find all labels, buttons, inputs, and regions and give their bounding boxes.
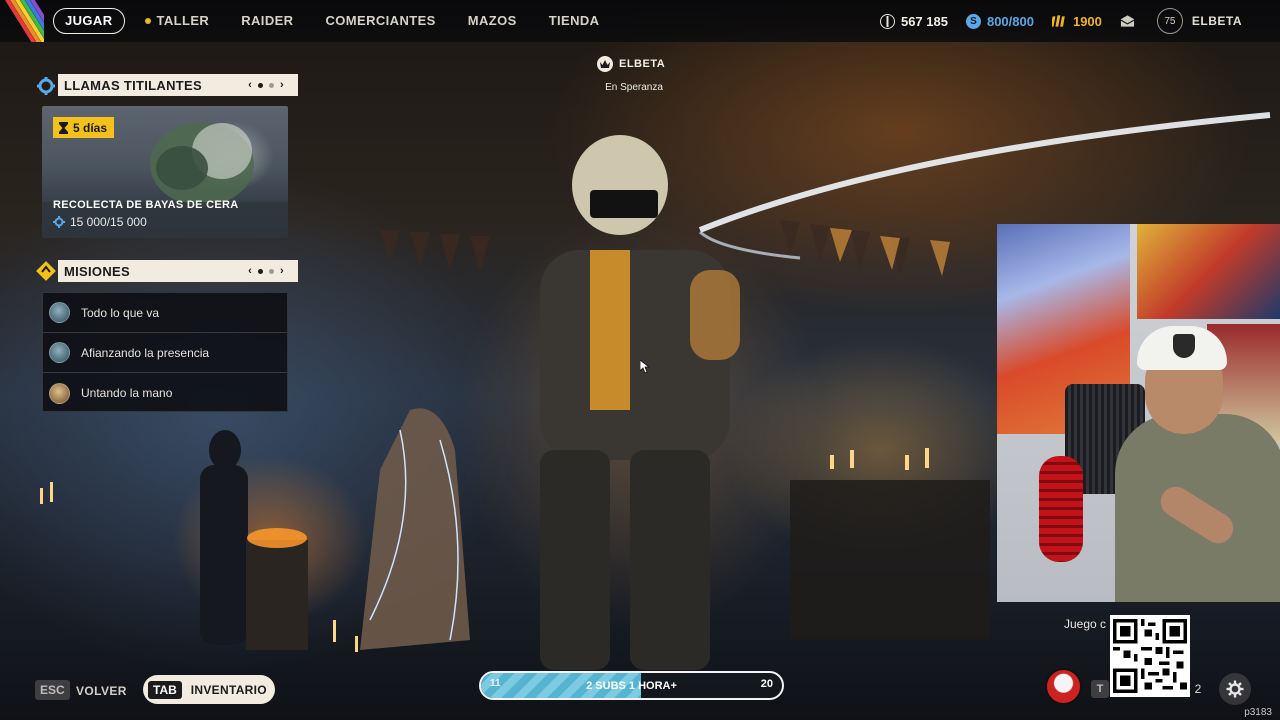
nav-label: RAIDER [241, 13, 294, 28]
nav-label: JUGAR [65, 13, 113, 28]
chevron-right-icon[interactable]: › [280, 265, 284, 277]
nametag-location: En Speranza [605, 82, 663, 93]
back-label[interactable]: VOLVER [76, 684, 127, 698]
hourglass-icon [59, 121, 68, 134]
pager-dot [269, 268, 275, 274]
poster-right [1137, 224, 1280, 319]
tab-key-hint: TAB [148, 680, 182, 699]
party-count: 2 [1194, 682, 1202, 696]
sub-goal-text: 2 SUBS 1 HORA+ [586, 679, 677, 692]
mission-item[interactable]: Untando la mano [43, 373, 287, 413]
inventory-button[interactable]: TAB INVENTARIO [143, 675, 275, 704]
currency-raider-value: 800/800 [986, 13, 1034, 29]
nav-mazos[interactable]: MAZOS [452, 8, 533, 34]
currency-bar: 567 185 S 800/800 1900 75 ELBETA [879, 0, 1280, 42]
currency-gold-value: 1900 [1072, 13, 1102, 29]
player-level-badge: 75 [1156, 8, 1183, 34]
build-version: p3183 [1244, 707, 1272, 718]
sub-goal-target: 20 [760, 678, 773, 690]
mission-giver-avatar [49, 302, 70, 323]
chevron-left-icon[interactable]: ‹ [248, 265, 252, 277]
player-name[interactable]: ELBETA [1192, 14, 1242, 28]
chevron-right-icon[interactable]: › [280, 79, 284, 91]
mission-label: Afianzando la presencia [81, 345, 210, 360]
event-progress-value: 15 000/15 000 [70, 215, 147, 229]
nav-label: MAZOS [467, 13, 517, 28]
pager-dot [269, 82, 275, 88]
chevron-left-icon[interactable]: ‹ [248, 79, 252, 91]
nav-jugar[interactable]: JUGAR [53, 8, 125, 34]
missions-list: Todo lo que va Afianzando la presencia U… [42, 292, 288, 412]
streamer-webcam [997, 224, 1280, 602]
nav-label: TIENDA [548, 13, 600, 28]
mail-icon [1120, 14, 1135, 29]
esc-key-hint[interactable]: ESC [35, 680, 70, 700]
nametag-row: ELBETA [597, 56, 667, 72]
rainbow-logo [0, 0, 44, 42]
player-nametag: ELBETA En Speranza [597, 56, 667, 93]
event-timer-badge: 5 días [53, 117, 115, 138]
main-nav: JUGAR TALLER RAIDER COMERCIANTES MAZOS T… [53, 8, 615, 34]
notification-dot-icon [144, 18, 151, 24]
nav-label: COMERCIANTES [325, 13, 436, 28]
nav-tienda[interactable]: TIENDA [533, 8, 616, 34]
gold-bars-icon [1051, 14, 1067, 29]
settings-gear-icon [1226, 680, 1244, 698]
event-card[interactable]: 5 días RECOLECTA DE BAYAS DE CERA 15 000… [42, 106, 288, 238]
pager-dot-active [258, 268, 264, 274]
qr-code-pattern [1113, 619, 1187, 693]
event-card-title: RECOLECTA DE BAYAS DE CERA [53, 199, 239, 211]
mouse-cursor-icon [640, 360, 650, 374]
event-progress: 15 000/15 000 [53, 215, 147, 229]
mission-label: Untando la mano [81, 386, 173, 400]
top-navigation-bar: JUGAR TALLER RAIDER COMERCIANTES MAZOS T… [0, 0, 1280, 42]
event-panel-title: LLAMAS TITILANTES [64, 77, 202, 93]
party-avatar[interactable] [1045, 668, 1082, 705]
inventory-label: INVENTARIO [190, 682, 267, 697]
currency-raider-tokens[interactable]: S 800/800 [965, 13, 1034, 29]
nav-taller[interactable]: TALLER [129, 8, 226, 34]
gear-small-icon [53, 216, 65, 228]
crown-icon [597, 56, 613, 72]
nav-comerciantes[interactable]: COMERCIANTES [309, 8, 451, 34]
mission-item[interactable]: Todo lo que va [43, 293, 287, 333]
gear-event-icon [34, 74, 58, 98]
missions-panel-title: MISIONES [64, 263, 130, 279]
nav-raider[interactable]: RAIDER [225, 8, 309, 34]
mission-item[interactable]: Afianzando la presencia [43, 333, 287, 373]
cap-logo [1173, 334, 1195, 358]
event-timer: 5 días [73, 120, 108, 135]
sub-goal-current: 11 [490, 678, 501, 689]
missions-pager: ‹ › [248, 260, 284, 282]
player-level: 75 [1164, 15, 1176, 27]
webcam-caption: Juego c [1064, 617, 1107, 631]
nametag-name: ELBETA [619, 58, 666, 70]
mail-button[interactable] [1120, 14, 1141, 29]
microphone [1039, 456, 1083, 562]
missions-diamond-icon [34, 259, 58, 283]
raider-token-icon: S [965, 13, 981, 29]
t-key-hint[interactable]: T [1091, 680, 1109, 698]
event-pager: ‹ › [248, 74, 284, 96]
currency-coins-value: 567 185 [900, 13, 948, 29]
missions-panel-header: MISIONES ‹ › [58, 260, 298, 282]
nav-label: TALLER [156, 13, 210, 28]
mission-giver-avatar [49, 342, 70, 363]
currency-gold[interactable]: 1900 [1051, 13, 1102, 29]
pager-dot-active [258, 82, 264, 88]
qr-code [1110, 615, 1190, 697]
coins-icon [879, 13, 895, 29]
event-panel-header: LLAMAS TITILANTES ‹ › [58, 74, 298, 96]
settings-button[interactable] [1219, 673, 1251, 705]
mission-label: Todo lo que va [81, 305, 160, 320]
mission-giver-avatar [49, 382, 70, 404]
sub-goal-progress-bar: 2 SUBS 1 HORA+ 11 20 [479, 671, 784, 700]
currency-coins[interactable]: 567 185 [879, 13, 948, 29]
